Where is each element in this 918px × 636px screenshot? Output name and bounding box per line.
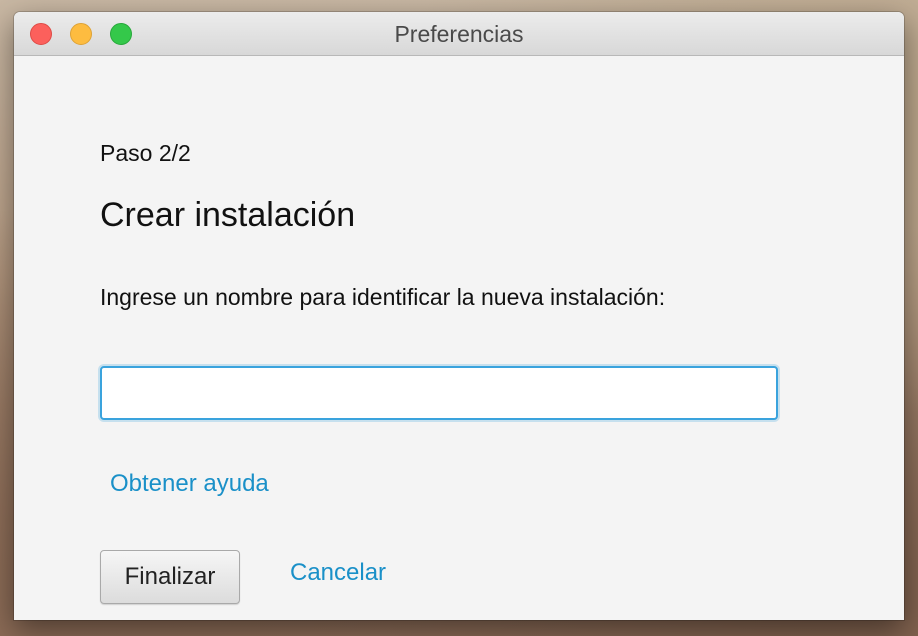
get-help-link[interactable]: Obtener ayuda [110, 470, 269, 498]
preferences-window: Preferencias Paso 2/2 Crear instalación … [14, 12, 904, 620]
cancel-link[interactable]: Cancelar [290, 559, 386, 587]
title-bar[interactable]: Preferencias [14, 12, 904, 56]
finish-button[interactable]: Finalizar [100, 550, 240, 604]
installation-name-input[interactable] [100, 366, 778, 420]
name-prompt-label: Ingrese un nombre para identificar la nu… [100, 284, 666, 310]
window-title: Preferencias [394, 21, 524, 47]
page-heading: Crear instalación [100, 196, 356, 234]
step-label: Paso 2/2 [100, 140, 191, 166]
